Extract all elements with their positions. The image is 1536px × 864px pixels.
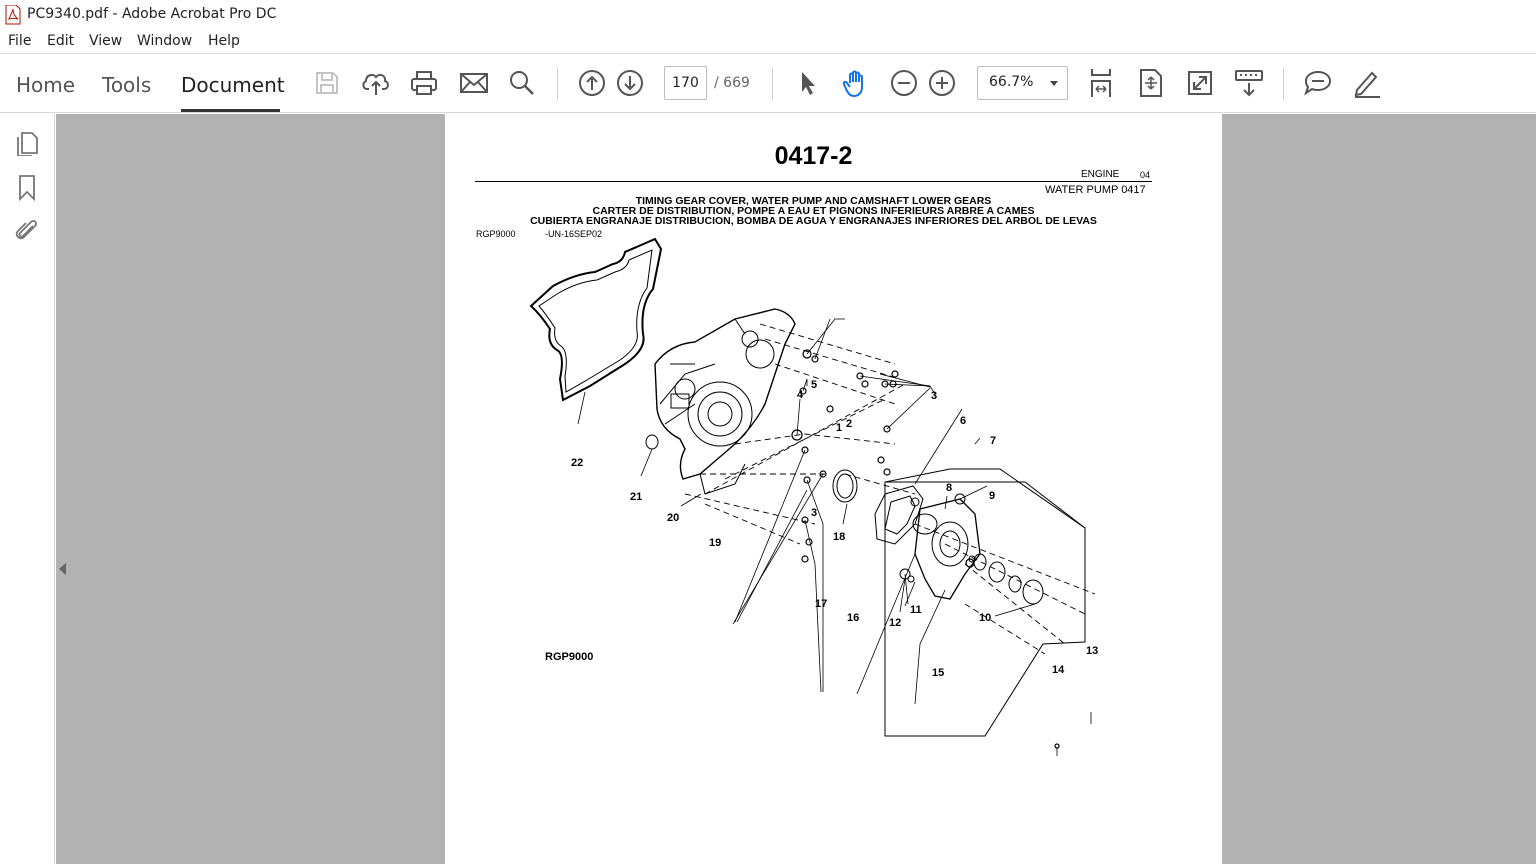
chevron-down-icon [1050,81,1058,86]
select-tool-button[interactable] [790,66,824,100]
pdf-page: 0417-2 ENGINE 04 WATER PUMP 0417 TIMING … [445,114,1222,864]
document-viewer[interactable]: 0417-2 ENGINE 04 WATER PUMP 0417 TIMING … [56,114,1536,864]
zoom-in-icon [929,70,955,96]
upload-cloud-button[interactable] [359,66,393,100]
callout-1: 1 [836,422,842,434]
arrow-down-circle-icon [617,70,643,96]
save-icon [316,72,338,94]
menu-edit[interactable]: Edit [47,33,74,49]
zoom-out-button[interactable] [887,66,921,100]
comment-button[interactable] [1301,66,1335,100]
envelope-icon [460,73,488,93]
zoom-level-value: 66.7% [989,74,1034,90]
callout-10: 10 [979,612,991,624]
fill-sign-button[interactable] [1350,66,1384,100]
search-icon [510,71,534,95]
section-label: ENGINE [1081,169,1120,180]
arrow-up-circle-icon [579,70,605,96]
search-button[interactable] [505,66,539,100]
next-page-button[interactable] [613,66,647,100]
read-mode-button[interactable] [1232,66,1266,100]
callout-14: 14 [1052,664,1065,676]
save-button[interactable] [310,66,344,100]
window-title: PC9340.pdf - Adobe Acrobat Pro DC [27,6,277,22]
callout-2: 2 [846,418,852,430]
main-toolbar: Home Tools Document 170 / 669 66.7% [0,54,1536,113]
menu-view[interactable]: View [89,33,122,49]
cursor-arrow-icon [802,72,815,95]
callout-19: 19 [709,537,721,549]
pdf-file-icon [5,5,21,25]
title-bar: PC9340.pdf - Adobe Acrobat Pro DC [0,0,1536,30]
callout-16: 16 [847,612,859,624]
left-navigation-panel [0,114,55,864]
cloud-upload-icon [362,73,389,95]
figure-id: RGP9000 [545,651,594,663]
page-number-input[interactable]: 170 [664,66,707,100]
attachment-paperclip-icon[interactable] [13,216,41,244]
fit-page-icon [1140,69,1162,97]
header-rule [475,181,1152,182]
callout-18: 18 [833,531,845,543]
callout-7: 7 [990,435,996,447]
page-thumbnails-icon[interactable] [13,128,41,156]
hand-tool-button[interactable] [839,66,873,100]
toolbar-separator [772,68,773,100]
page-heading: 0417-2 [774,142,853,170]
previous-page-button[interactable] [575,66,609,100]
pen-sign-icon [1354,71,1380,98]
active-tab-indicator [181,109,280,112]
callout-17: 17 [815,598,827,610]
menu-help[interactable]: Help [208,33,240,49]
callout-11: 11 [910,604,922,616]
menu-file[interactable]: File [8,33,31,49]
callout-3-lower: 3 [811,507,817,519]
callout-3: 3 [931,390,937,402]
hand-icon [842,70,863,98]
callout-6: 6 [960,415,966,427]
menu-window[interactable]: Window [137,33,192,49]
callout-5: 5 [811,379,817,391]
fit-page-button[interactable] [1134,66,1168,100]
callout-22: 22 [571,457,583,469]
printer-icon [411,71,437,95]
email-button[interactable] [457,66,491,100]
full-screen-button[interactable] [1183,66,1217,100]
exploded-parts-diagram: 1 2 3 4 5 6 7 8 9 10 11 12 13 14 15 16 1… [529,237,1098,756]
zoom-level-select[interactable]: 66.7% [977,66,1068,100]
callout-12: 12 [889,617,901,629]
tab-document[interactable]: Document [181,73,285,97]
toolbar-separator [1283,68,1284,100]
menu-bar: File Edit View Window Help [0,30,1536,54]
section-code: 04 [1140,170,1151,180]
callout-15: 15 [932,667,944,679]
tab-tools[interactable]: Tools [102,73,151,97]
scrolling-mode-button[interactable] [1084,66,1118,100]
comment-bubble-icon [1304,70,1332,96]
full-screen-icon [1188,71,1212,95]
callout-21: 21 [630,491,642,503]
zoom-out-icon [891,70,917,96]
callout-8: 8 [946,482,952,494]
keyboard-down-icon [1235,70,1263,97]
callout-9: 9 [989,490,995,502]
bookmark-icon[interactable] [13,173,41,201]
callout-13: 13 [1086,645,1098,657]
collapse-panel-arrow-icon[interactable] [59,563,66,575]
page-total: / 669 [714,75,750,91]
page-scroll-icon [1091,69,1111,97]
tab-home[interactable]: Home [16,73,75,97]
zoom-in-button[interactable] [925,66,959,100]
print-button[interactable] [407,66,441,100]
toolbar-separator [557,68,558,100]
callout-20: 20 [667,512,679,524]
callout-4: 4 [797,389,804,401]
